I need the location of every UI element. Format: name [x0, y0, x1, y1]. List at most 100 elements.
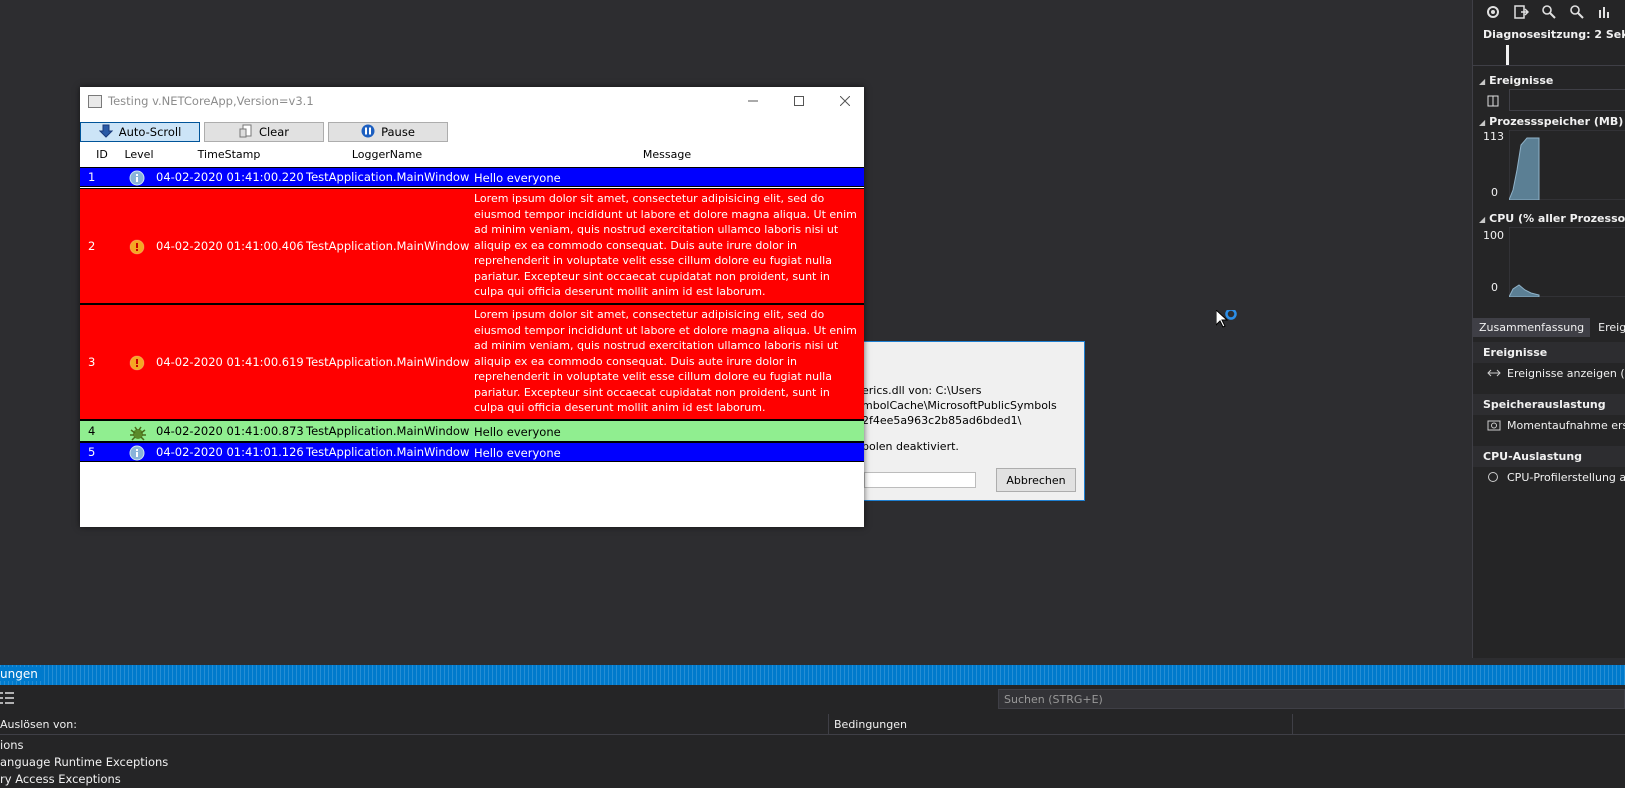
- info-level-icon: [129, 445, 145, 461]
- exception-category-row[interactable]: ry Access Exceptions: [0, 772, 121, 786]
- column-header-level[interactable]: Level: [124, 148, 154, 161]
- tab-events[interactable]: Ereignisse: [1592, 318, 1625, 337]
- error-level-icon: [129, 239, 145, 255]
- log-logger-name: TestApplication.MainWindow: [306, 239, 470, 253]
- log-row[interactable]: 3 04-02-2020 01:41:00.619 TestApplication.…: [80, 304, 864, 420]
- column-header-logger[interactable]: LoggerName: [304, 148, 470, 161]
- dialog-text-line: 2f4ee5a963c2b85ad6bded1\: [862, 414, 1022, 427]
- column-header-timestamp[interactable]: TimeStamp: [154, 148, 304, 161]
- cancel-button[interactable]: Abbrechen: [996, 468, 1076, 492]
- record-circle-icon: [1487, 471, 1499, 486]
- cpu-graph: [1509, 227, 1625, 297]
- auto-scroll-button[interactable]: Auto-Scroll: [80, 122, 200, 142]
- tab-summary[interactable]: Zusammenfassung: [1473, 318, 1591, 337]
- busy-cursor-icon: [1215, 308, 1240, 338]
- events-icon: [1487, 367, 1501, 382]
- diagnostic-tools-panel: Diagnosesitzung: 2 Sekunde Ereignisse Pr…: [1472, 0, 1625, 658]
- take-snapshot-link[interactable]: Momentaufnahme ers: [1473, 415, 1625, 436]
- zoom-in-icon[interactable]: [1539, 2, 1559, 22]
- log-row[interactable]: 5 04-02-2020 01:41:01.126 TestApplication.…: [80, 442, 864, 462]
- app-icon: [88, 95, 102, 108]
- events-section-title[interactable]: Ereignisse: [1473, 72, 1625, 89]
- summary-memory: Speicherauslastung Momentaufnahme ers: [1473, 394, 1625, 436]
- summary-cpu-head: CPU-Auslastung: [1473, 446, 1625, 467]
- zoom-out-icon[interactable]: [1567, 2, 1587, 22]
- minimize-icon[interactable]: [730, 87, 776, 115]
- cpu-chart: 100 0: [1473, 227, 1625, 303]
- log-grid-header: ID Level TimeStamp LoggerName Message: [80, 147, 864, 163]
- arrow-down-icon: [98, 124, 113, 141]
- log-timestamp: 04-02-2020 01:41:00.220: [156, 170, 304, 184]
- cpu-section-title[interactable]: CPU (% aller Prozessoren): [1473, 210, 1625, 227]
- diag-toolbar: [1473, 0, 1625, 24]
- log-message: Lorem ipsum dolor sit amet, consectetur …: [474, 192, 857, 298]
- diag-tabs: Zusammenfassung Ereignisse: [1473, 318, 1625, 337]
- log-message: Hello everyone: [474, 425, 561, 439]
- settings-gear-icon[interactable]: [1483, 2, 1503, 22]
- timeline-ruler[interactable]: [1473, 45, 1625, 66]
- dialog-text-line: erics.dll von: C:\Users: [862, 384, 982, 397]
- log-id: 4: [88, 424, 96, 438]
- dialog-text-line: mbolCache\MicrosoftPublicSymbols: [862, 399, 1057, 412]
- log-message: Hello everyone: [474, 171, 561, 185]
- log-message: Hello everyone: [474, 446, 561, 460]
- cpu-max-label: 100: [1483, 229, 1504, 242]
- exception-settings-titlebar[interactable]: ungen: [0, 665, 1625, 685]
- window-titlebar[interactable]: Testing v.NETCoreApp,Version=v3.1: [80, 87, 864, 115]
- diag-session-label: Diagnosesitzung: 2 Sekunde: [1483, 28, 1625, 41]
- exception-category-row[interactable]: anguage Runtime Exceptions: [0, 755, 168, 769]
- pause-icon: [361, 124, 375, 141]
- log-logger-name: TestApplication.MainWindow: [306, 355, 470, 369]
- column-header-trigger[interactable]: Auslösen von:: [0, 718, 77, 731]
- cpu-profiling-toggle[interactable]: CPU-Profilerstellung a: [1473, 467, 1625, 488]
- clear-document-icon: [239, 124, 253, 141]
- memory-max-label: 113: [1483, 130, 1504, 143]
- memory-chart: 113 0: [1473, 130, 1625, 206]
- log-logger-name: TestApplication.MainWindow: [306, 445, 470, 459]
- dialog-text-line: bolen deaktiviert.: [862, 440, 959, 453]
- column-header-id[interactable]: ID: [80, 148, 124, 161]
- log-timestamp: 04-02-2020 01:41:00.619: [156, 355, 304, 369]
- info-level-icon: [129, 170, 145, 186]
- log-id: 2: [88, 239, 96, 253]
- camera-icon: [1487, 419, 1501, 434]
- log-logger-name: TestApplication.MainWindow: [306, 170, 470, 184]
- memory-section-title[interactable]: Prozessspeicher (MB): [1473, 113, 1625, 130]
- log-toolbar: Auto-Scroll Clear Pause: [80, 122, 864, 142]
- log-logger-name: TestApplication.MainWindow: [306, 424, 470, 438]
- log-timestamp: 04-02-2020 01:41:00.873: [156, 424, 304, 438]
- maximize-icon[interactable]: [776, 87, 822, 115]
- log-id: 5: [88, 445, 96, 459]
- symbol-loading-dialog: erics.dll von: C:\Users mbolCache\Micros…: [855, 341, 1085, 501]
- pause-bars-icon: [1487, 92, 1499, 111]
- window-title: Testing v.NETCoreApp,Version=v3.1: [108, 94, 314, 108]
- log-row[interactable]: 4 04-02-2020 01:41:00.873 TestApplication.…: [80, 420, 864, 442]
- pause-button[interactable]: Pause: [328, 122, 448, 142]
- header-divider: [0, 734, 1625, 735]
- log-row[interactable]: 2 04-02-2020 01:41:00.406 TestApplication.…: [80, 188, 864, 304]
- column-divider: [1292, 714, 1293, 734]
- chart-select-icon[interactable]: [1595, 2, 1615, 22]
- log-id: 1: [88, 170, 96, 184]
- summary-events: Ereignisse Ereignisse anzeigen (0: [1473, 342, 1625, 384]
- log-row[interactable]: 1 04-02-2020 01:41:00.220 TestApplication.…: [80, 167, 864, 187]
- column-divider: [828, 714, 829, 734]
- log-id: 3: [88, 355, 96, 369]
- debug-level-icon: [129, 424, 146, 441]
- show-events-link[interactable]: Ereignisse anzeigen (0: [1473, 363, 1625, 384]
- column-header-conditions[interactable]: Bedingungen: [834, 718, 907, 731]
- clear-button[interactable]: Clear: [204, 122, 324, 142]
- log-timestamp: 04-02-2020 01:41:01.126: [156, 445, 304, 459]
- summary-events-head: Ereignisse: [1473, 342, 1625, 363]
- summary-cpu: CPU-Auslastung CPU-Profilerstellung a: [1473, 446, 1625, 488]
- close-icon[interactable]: [822, 87, 868, 115]
- loading-progress-bar: [864, 472, 976, 488]
- column-header-message[interactable]: Message: [470, 148, 864, 161]
- panel-title: ungen: [0, 667, 42, 681]
- list-view-icon[interactable]: [0, 690, 14, 709]
- export-icon[interactable]: [1511, 2, 1531, 22]
- exception-category-row[interactable]: ions: [0, 738, 24, 752]
- search-input[interactable]: Suchen (STRG+E): [998, 689, 1625, 709]
- events-track: [1473, 89, 1625, 111]
- memory-graph: [1509, 130, 1625, 200]
